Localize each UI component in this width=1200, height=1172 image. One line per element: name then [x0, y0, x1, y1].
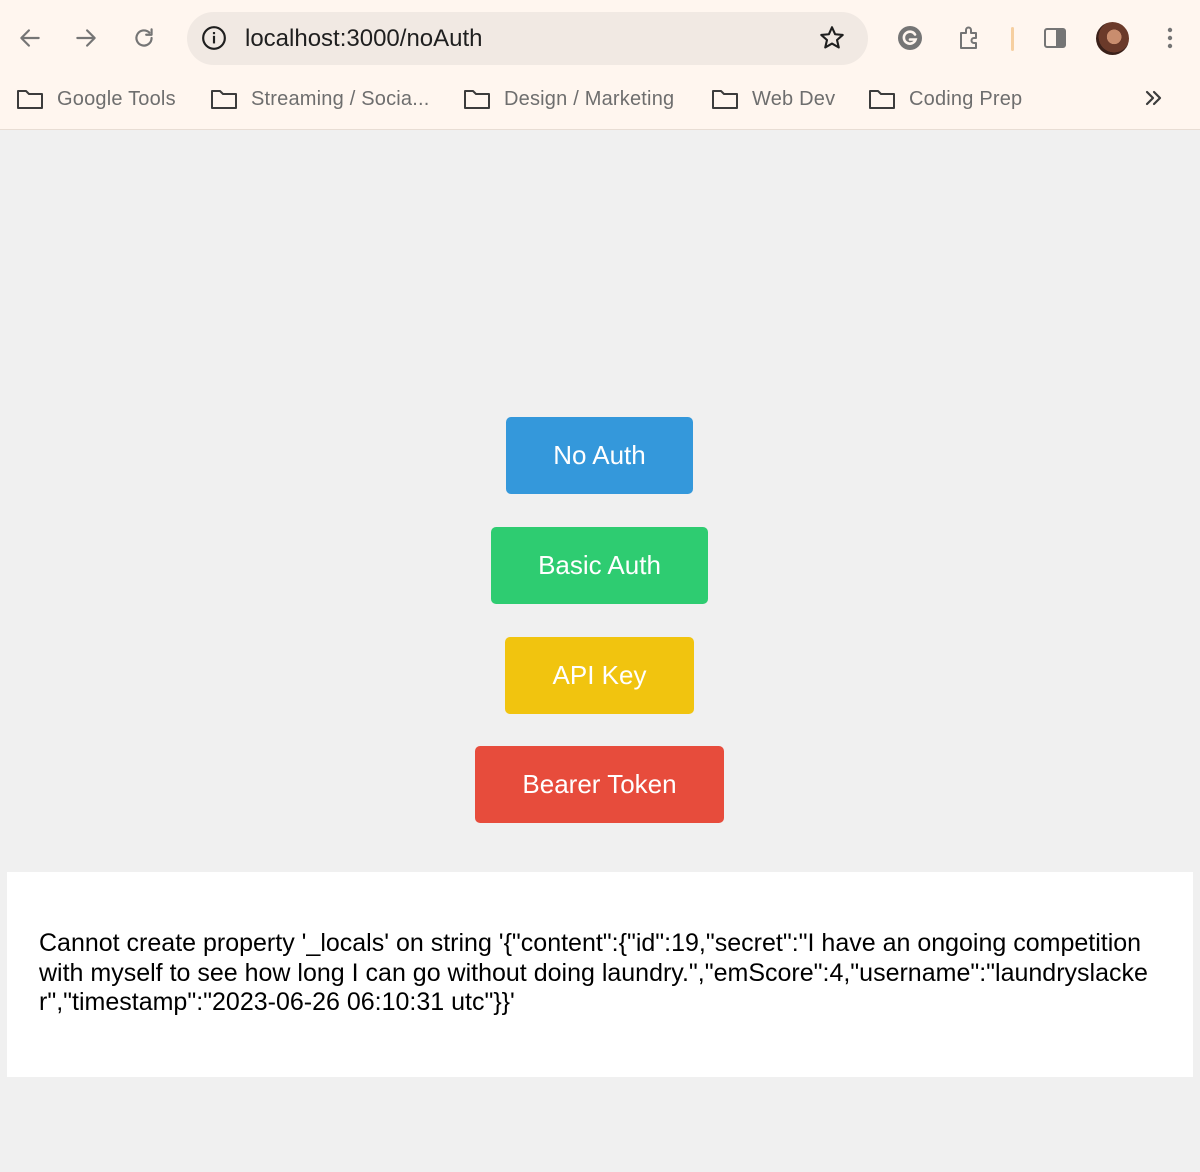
bookmark-folder-streaming[interactable]: Streaming / Socia...: [210, 85, 430, 113]
reload-icon: [135, 28, 153, 47]
folder-icon: [712, 90, 738, 109]
forward-icon: [76, 29, 96, 47]
site-info-icon[interactable]: [201, 25, 227, 51]
bookmarks-bar: Google Tools Streaming / Socia... Design…: [0, 76, 1200, 120]
side-panel-button[interactable]: [1039, 22, 1071, 54]
result-panel: Cannot create property '_locals' on stri…: [7, 872, 1193, 1077]
grammarly-icon: [898, 26, 922, 50]
extensions-button[interactable]: [954, 22, 986, 54]
reload-button[interactable]: [124, 18, 164, 58]
star-icon[interactable]: [818, 24, 846, 52]
address-bar[interactable]: localhost:3000/noAuth: [187, 12, 868, 65]
bookmark-label: Coding Prep: [909, 87, 1023, 110]
folder-icon: [464, 90, 490, 109]
avatar[interactable]: [1096, 22, 1129, 55]
no-auth-button[interactable]: No Auth: [506, 417, 693, 494]
result-text: Cannot create property '_locals' on stri…: [39, 929, 1148, 1016]
bookmark-folder-google-tools[interactable]: Google Tools: [16, 85, 176, 113]
folder-icon: [17, 90, 43, 109]
forward-button[interactable]: [66, 18, 106, 58]
more-menu-icon: [1167, 27, 1173, 49]
folder-icon: [211, 90, 237, 109]
api-key-button[interactable]: API Key: [505, 637, 694, 714]
bookmark-label: Google Tools: [57, 87, 176, 110]
page-content: No Auth Basic Auth API Key Bearer Token …: [0, 131, 1200, 1172]
browser-toolbar: localhost:3000/noAuth: [0, 0, 1200, 76]
folder-icon: [869, 90, 895, 109]
back-icon: [20, 29, 40, 47]
side-panel-icon: [1044, 28, 1066, 48]
bookmark-folder-web-dev[interactable]: Web Dev: [711, 85, 835, 113]
more-menu-button[interactable]: [1154, 22, 1186, 54]
bookmark-label: Design / Marketing: [504, 87, 675, 110]
toolbar-divider: [1011, 27, 1014, 51]
bookmark-label: Web Dev: [752, 87, 836, 110]
bearer-token-button[interactable]: Bearer Token: [475, 746, 724, 823]
basic-auth-button[interactable]: Basic Auth: [491, 527, 708, 604]
grammarly-button[interactable]: [894, 22, 926, 54]
bookmark-folder-design-marketing[interactable]: Design / Marketing: [463, 85, 674, 113]
browser-chrome: localhost:3000/noAuth Google Tools Strea…: [0, 0, 1200, 130]
back-button[interactable]: [10, 18, 50, 58]
bookmarks-overflow-icon[interactable]: [1140, 86, 1168, 110]
extensions-icon: [960, 26, 977, 49]
bookmark-folder-coding-prep[interactable]: Coding Prep: [868, 85, 1022, 113]
url-text[interactable]: localhost:3000/noAuth: [245, 25, 483, 53]
bookmark-label: Streaming / Socia...: [251, 87, 430, 110]
